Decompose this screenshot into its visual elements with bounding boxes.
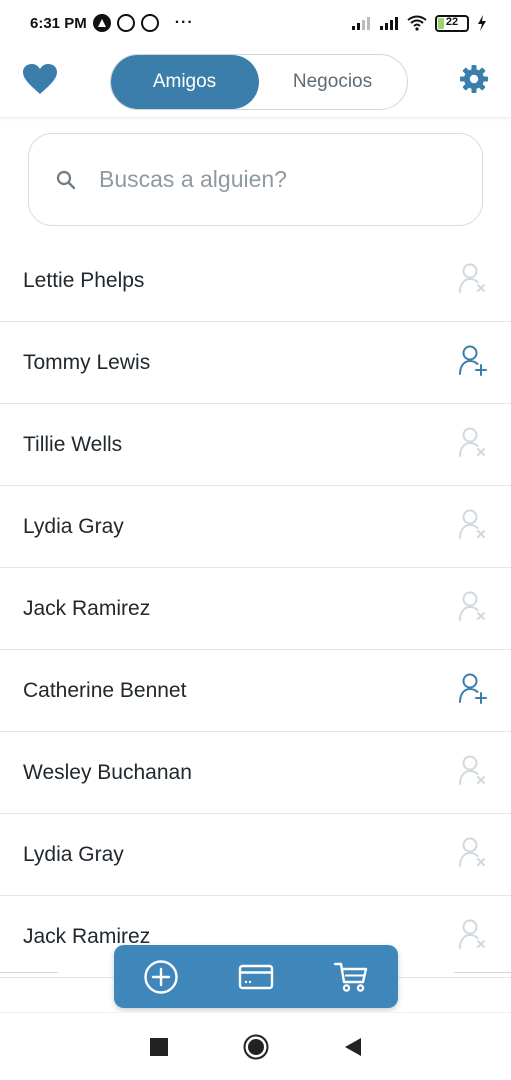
heart-icon <box>23 64 57 94</box>
status-time: 6:31 PM <box>30 14 87 32</box>
status-bar: 6:31 PM ··· 22 <box>0 0 511 46</box>
remove-friend-button[interactable] <box>458 590 488 627</box>
user-add-icon <box>459 673 487 704</box>
tab-amigos[interactable]: Amigos <box>110 54 259 109</box>
floating-action-bar <box>114 945 398 1008</box>
contact-name: Jack Ramirez <box>23 596 151 620</box>
signal-icon <box>352 17 370 30</box>
back-button[interactable] <box>333 1027 373 1067</box>
favorites-button[interactable] <box>22 63 58 100</box>
more-notifications-icon: ··· <box>174 14 194 31</box>
search-box <box>28 133 483 226</box>
cart-button[interactable] <box>331 957 371 997</box>
user-remove-icon <box>459 755 485 785</box>
search-input[interactable] <box>99 166 439 193</box>
contact-name: Lydia Gray <box>23 514 124 538</box>
contact-row[interactable]: Tommy Lewis <box>0 322 511 404</box>
status-right: 22 <box>351 14 487 32</box>
user-remove-icon <box>459 919 485 949</box>
sync-notification-icon-2 <box>140 14 159 32</box>
status-left: 6:31 PM ··· <box>30 14 194 32</box>
tab-negocios[interactable]: Negocios <box>259 55 407 109</box>
contact-row[interactable]: Lydia Gray <box>0 486 511 568</box>
add-friend-button[interactable] <box>458 672 488 709</box>
search-icon <box>56 170 76 189</box>
contact-row[interactable]: Wesley Buchanan <box>0 732 511 814</box>
user-remove-icon <box>459 591 485 621</box>
add-friend-button[interactable] <box>458 344 488 381</box>
charging-bolt-icon <box>478 15 486 31</box>
top-header: Amigos Negocios <box>0 46 511 118</box>
battery-icon: 22 <box>435 14 469 32</box>
remove-friend-button[interactable] <box>458 918 488 955</box>
user-remove-icon <box>459 509 485 539</box>
card-icon <box>238 964 274 989</box>
contact-name: Tillie Wells <box>23 432 123 456</box>
contact-list: Lettie Phelps Tommy Lewis Tillie Wells Lydi… <box>0 240 511 978</box>
contact-name: Tommy Lewis <box>23 350 151 374</box>
segment-control: Amigos Negocios <box>109 53 408 110</box>
plus-circle-icon <box>144 959 179 994</box>
contact-name: Lydia Gray <box>23 842 124 866</box>
sync-notification-icon <box>116 14 135 32</box>
home-circle-icon <box>243 1034 268 1059</box>
add-button[interactable] <box>141 957 181 997</box>
gear-icon <box>460 65 488 93</box>
card-button[interactable] <box>236 957 276 997</box>
contact-row[interactable]: Jack Ramirez <box>0 568 511 650</box>
wifi-icon <box>407 15 427 31</box>
system-nav-bar <box>0 1012 511 1080</box>
remove-friend-button[interactable] <box>458 754 488 791</box>
remove-friend-button[interactable] <box>458 426 488 463</box>
cart-icon <box>333 962 367 992</box>
remove-friend-button[interactable] <box>458 508 488 545</box>
recents-button[interactable] <box>139 1027 179 1067</box>
signal-icon-2 <box>380 17 398 30</box>
user-remove-icon <box>459 427 485 457</box>
contact-name: Catherine Bennet <box>23 678 187 702</box>
settings-button[interactable] <box>459 64 489 99</box>
contact-row[interactable]: Lettie Phelps <box>0 240 511 322</box>
divider-left <box>0 972 58 973</box>
contact-row[interactable]: Lydia Gray <box>0 814 511 896</box>
contact-row[interactable]: Tillie Wells <box>0 404 511 486</box>
contact-name: Lettie Phelps <box>23 268 145 292</box>
user-remove-icon <box>459 837 485 867</box>
battery-level: 22 <box>445 15 459 28</box>
remove-friend-button[interactable] <box>458 262 488 299</box>
user-add-icon <box>459 345 487 376</box>
back-triangle-icon <box>344 1037 361 1056</box>
remove-friend-button[interactable] <box>458 836 488 873</box>
home-button[interactable] <box>236 1027 276 1067</box>
app-notification-icon <box>92 14 111 32</box>
contact-name: Wesley Buchanan <box>23 760 192 784</box>
user-remove-icon <box>459 263 485 293</box>
recents-square-icon <box>149 1037 168 1056</box>
divider-right <box>454 972 511 973</box>
contact-row[interactable]: Catherine Bennet <box>0 650 511 732</box>
